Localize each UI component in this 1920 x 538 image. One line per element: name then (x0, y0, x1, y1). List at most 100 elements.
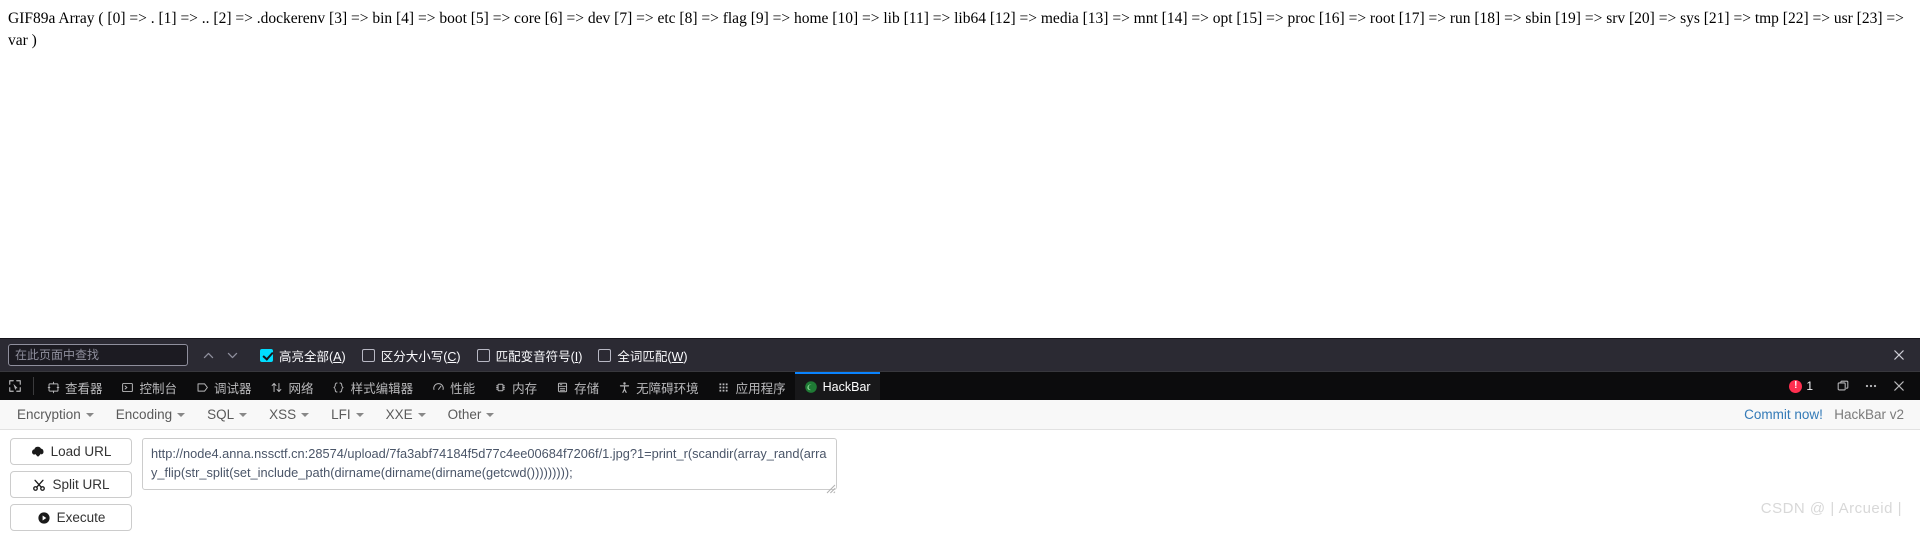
devtools-tab-accessibility[interactable]: 无障碍环境 (608, 372, 708, 400)
chevron-down-icon (301, 412, 310, 417)
menu-label: XXE (385, 407, 413, 422)
devtools-tab-debugger[interactable]: 调试器 (186, 372, 261, 400)
hackbar-menu-lfi[interactable]: LFI (320, 403, 375, 426)
devtools-tab-style-editor[interactable]: 样式编辑器 (323, 372, 423, 400)
devtools-tab-application[interactable]: 应用程序 (708, 372, 795, 400)
play-icon (37, 511, 51, 525)
devtools-tab-hackbar[interactable]: HackBar (794, 372, 880, 400)
find-match-case-label: 区分大小写(C) (380, 349, 461, 364)
find-whole-words-checkbox[interactable]: 全词匹配(W) (598, 346, 688, 365)
dock-layout-icon[interactable] (1830, 373, 1856, 399)
performance-icon (431, 380, 445, 394)
hackbar-menu-encryption[interactable]: Encryption (6, 403, 105, 426)
hackbar-menubar: Encryption Encoding SQL XSS LFI XXE Othe… (0, 400, 1920, 430)
menu-label: SQL (207, 407, 235, 422)
hackbar-menu-encoding[interactable]: Encoding (105, 403, 196, 426)
csdn-watermark: CSDN @ | Arcueid | (1760, 500, 1902, 517)
chevron-down-icon (177, 412, 186, 417)
tab-label: 应用程序 (735, 381, 786, 396)
load-url-button[interactable]: Load URL (10, 438, 132, 465)
devtools-tab-console[interactable]: 控制台 (112, 372, 187, 400)
devtools-tab-memory[interactable]: 内存 (484, 372, 546, 400)
menu-label: XSS (269, 407, 297, 422)
cloud-download-icon (31, 445, 45, 459)
find-close-icon[interactable] (1886, 342, 1912, 368)
hackbar-action-buttons: Load URL Split URL Execute (10, 438, 132, 531)
chevron-down-icon (85, 412, 94, 417)
page-body-text: GIF89a Array ( [0] => . [1] => .. [2] =>… (8, 10, 1904, 49)
split-url-button[interactable]: Split URL (10, 471, 132, 498)
accessibility-icon (617, 380, 631, 394)
find-whole-words-label: 全词匹配(W) (617, 349, 688, 364)
style-editor-icon (332, 380, 346, 394)
button-label: Split URL (52, 477, 110, 492)
hackbar-icon (804, 380, 818, 394)
button-label: Execute (56, 510, 106, 525)
chevron-down-icon (417, 412, 426, 417)
devtools-tab-performance[interactable]: 性能 (422, 372, 484, 400)
error-badge-icon: ! (1789, 379, 1803, 393)
close-devtools-icon[interactable] (1886, 373, 1912, 399)
execute-button[interactable]: Execute (10, 504, 132, 531)
more-options-icon[interactable] (1858, 373, 1884, 399)
find-highlight-all-label: 高亮全部(A) (279, 349, 346, 364)
find-next-icon[interactable] (220, 343, 244, 367)
url-input[interactable] (142, 438, 837, 490)
application-icon (717, 380, 731, 394)
hackbar-version-label: HackBar v2 (1834, 407, 1904, 422)
tab-label: 样式编辑器 (350, 381, 414, 396)
tab-label: 控制台 (139, 381, 178, 396)
scissors-icon (32, 478, 46, 492)
hackbar-url-field-wrapper (142, 438, 837, 495)
error-count-badge[interactable]: ! 1 (1783, 379, 1819, 393)
hackbar-menu-xxe[interactable]: XXE (375, 403, 437, 426)
tab-label: 性能 (450, 381, 476, 396)
tab-label: 存储 (574, 381, 600, 396)
find-input[interactable] (8, 344, 188, 366)
chevron-down-icon (486, 412, 495, 417)
hackbar-body: Load URL Split URL Execute (0, 430, 1920, 531)
tab-label: 内存 (512, 381, 538, 396)
console-icon (121, 380, 135, 394)
memory-icon (493, 380, 507, 394)
tab-label: 无障碍环境 (636, 381, 699, 396)
hackbar-menu-sql[interactable]: SQL (196, 403, 258, 426)
element-picker-icon[interactable] (0, 372, 30, 400)
devtools-tab-storage[interactable]: 存储 (546, 372, 608, 400)
checkbox-box (361, 348, 375, 362)
chevron-down-icon (239, 412, 248, 417)
hackbar-menu-xss[interactable]: XSS (258, 403, 320, 426)
find-nav-group (196, 343, 244, 367)
tab-label: HackBar (822, 380, 871, 394)
tab-label: 网络 (288, 381, 314, 396)
menu-label: Encoding (115, 407, 173, 422)
hackbar-panel: Encryption Encoding SQL XSS LFI XXE Othe… (0, 400, 1920, 538)
devtools-tab-inspector[interactable]: 查看器 (37, 372, 112, 400)
find-match-diacritics-checkbox[interactable]: 匹配变音符号(I) (476, 346, 583, 365)
browser-content-viewport: GIF89a Array ( [0] => . [1] => .. [2] =>… (0, 0, 1920, 338)
checkbox-box (260, 348, 273, 362)
chevron-down-icon (355, 412, 364, 417)
find-match-diacritics-label: 匹配变音符号(I) (495, 349, 583, 364)
find-previous-icon[interactable] (196, 343, 220, 367)
error-count-label: 1 (1806, 379, 1813, 393)
button-label: Load URL (50, 444, 112, 459)
network-icon (270, 380, 284, 394)
find-highlight-all-checkbox[interactable]: 高亮全部(A) (260, 346, 346, 365)
hackbar-menu-other[interactable]: Other (437, 403, 506, 426)
menu-label: Encryption (17, 407, 81, 422)
debugger-icon (195, 380, 209, 394)
find-bar: 高亮全部(A) 区分大小写(C) 匹配变音符号(I) 全词匹配(W) (0, 338, 1920, 371)
tab-label: 调试器 (214, 381, 252, 396)
devtools-tab-network[interactable]: 网络 (261, 372, 323, 400)
find-match-case-checkbox[interactable]: 区分大小写(C) (361, 346, 461, 365)
inspector-icon (46, 380, 60, 394)
menu-label: Other (447, 407, 482, 422)
checkbox-box (598, 348, 612, 362)
commit-now-link[interactable]: Commit now! (1744, 407, 1823, 422)
hackbar-menubar-right: Commit now! HackBar v2 (1744, 407, 1914, 422)
toolbar-divider (33, 377, 34, 395)
tab-label: 查看器 (65, 381, 103, 396)
checkbox-box (476, 348, 490, 362)
menu-label: LFI (331, 407, 351, 422)
